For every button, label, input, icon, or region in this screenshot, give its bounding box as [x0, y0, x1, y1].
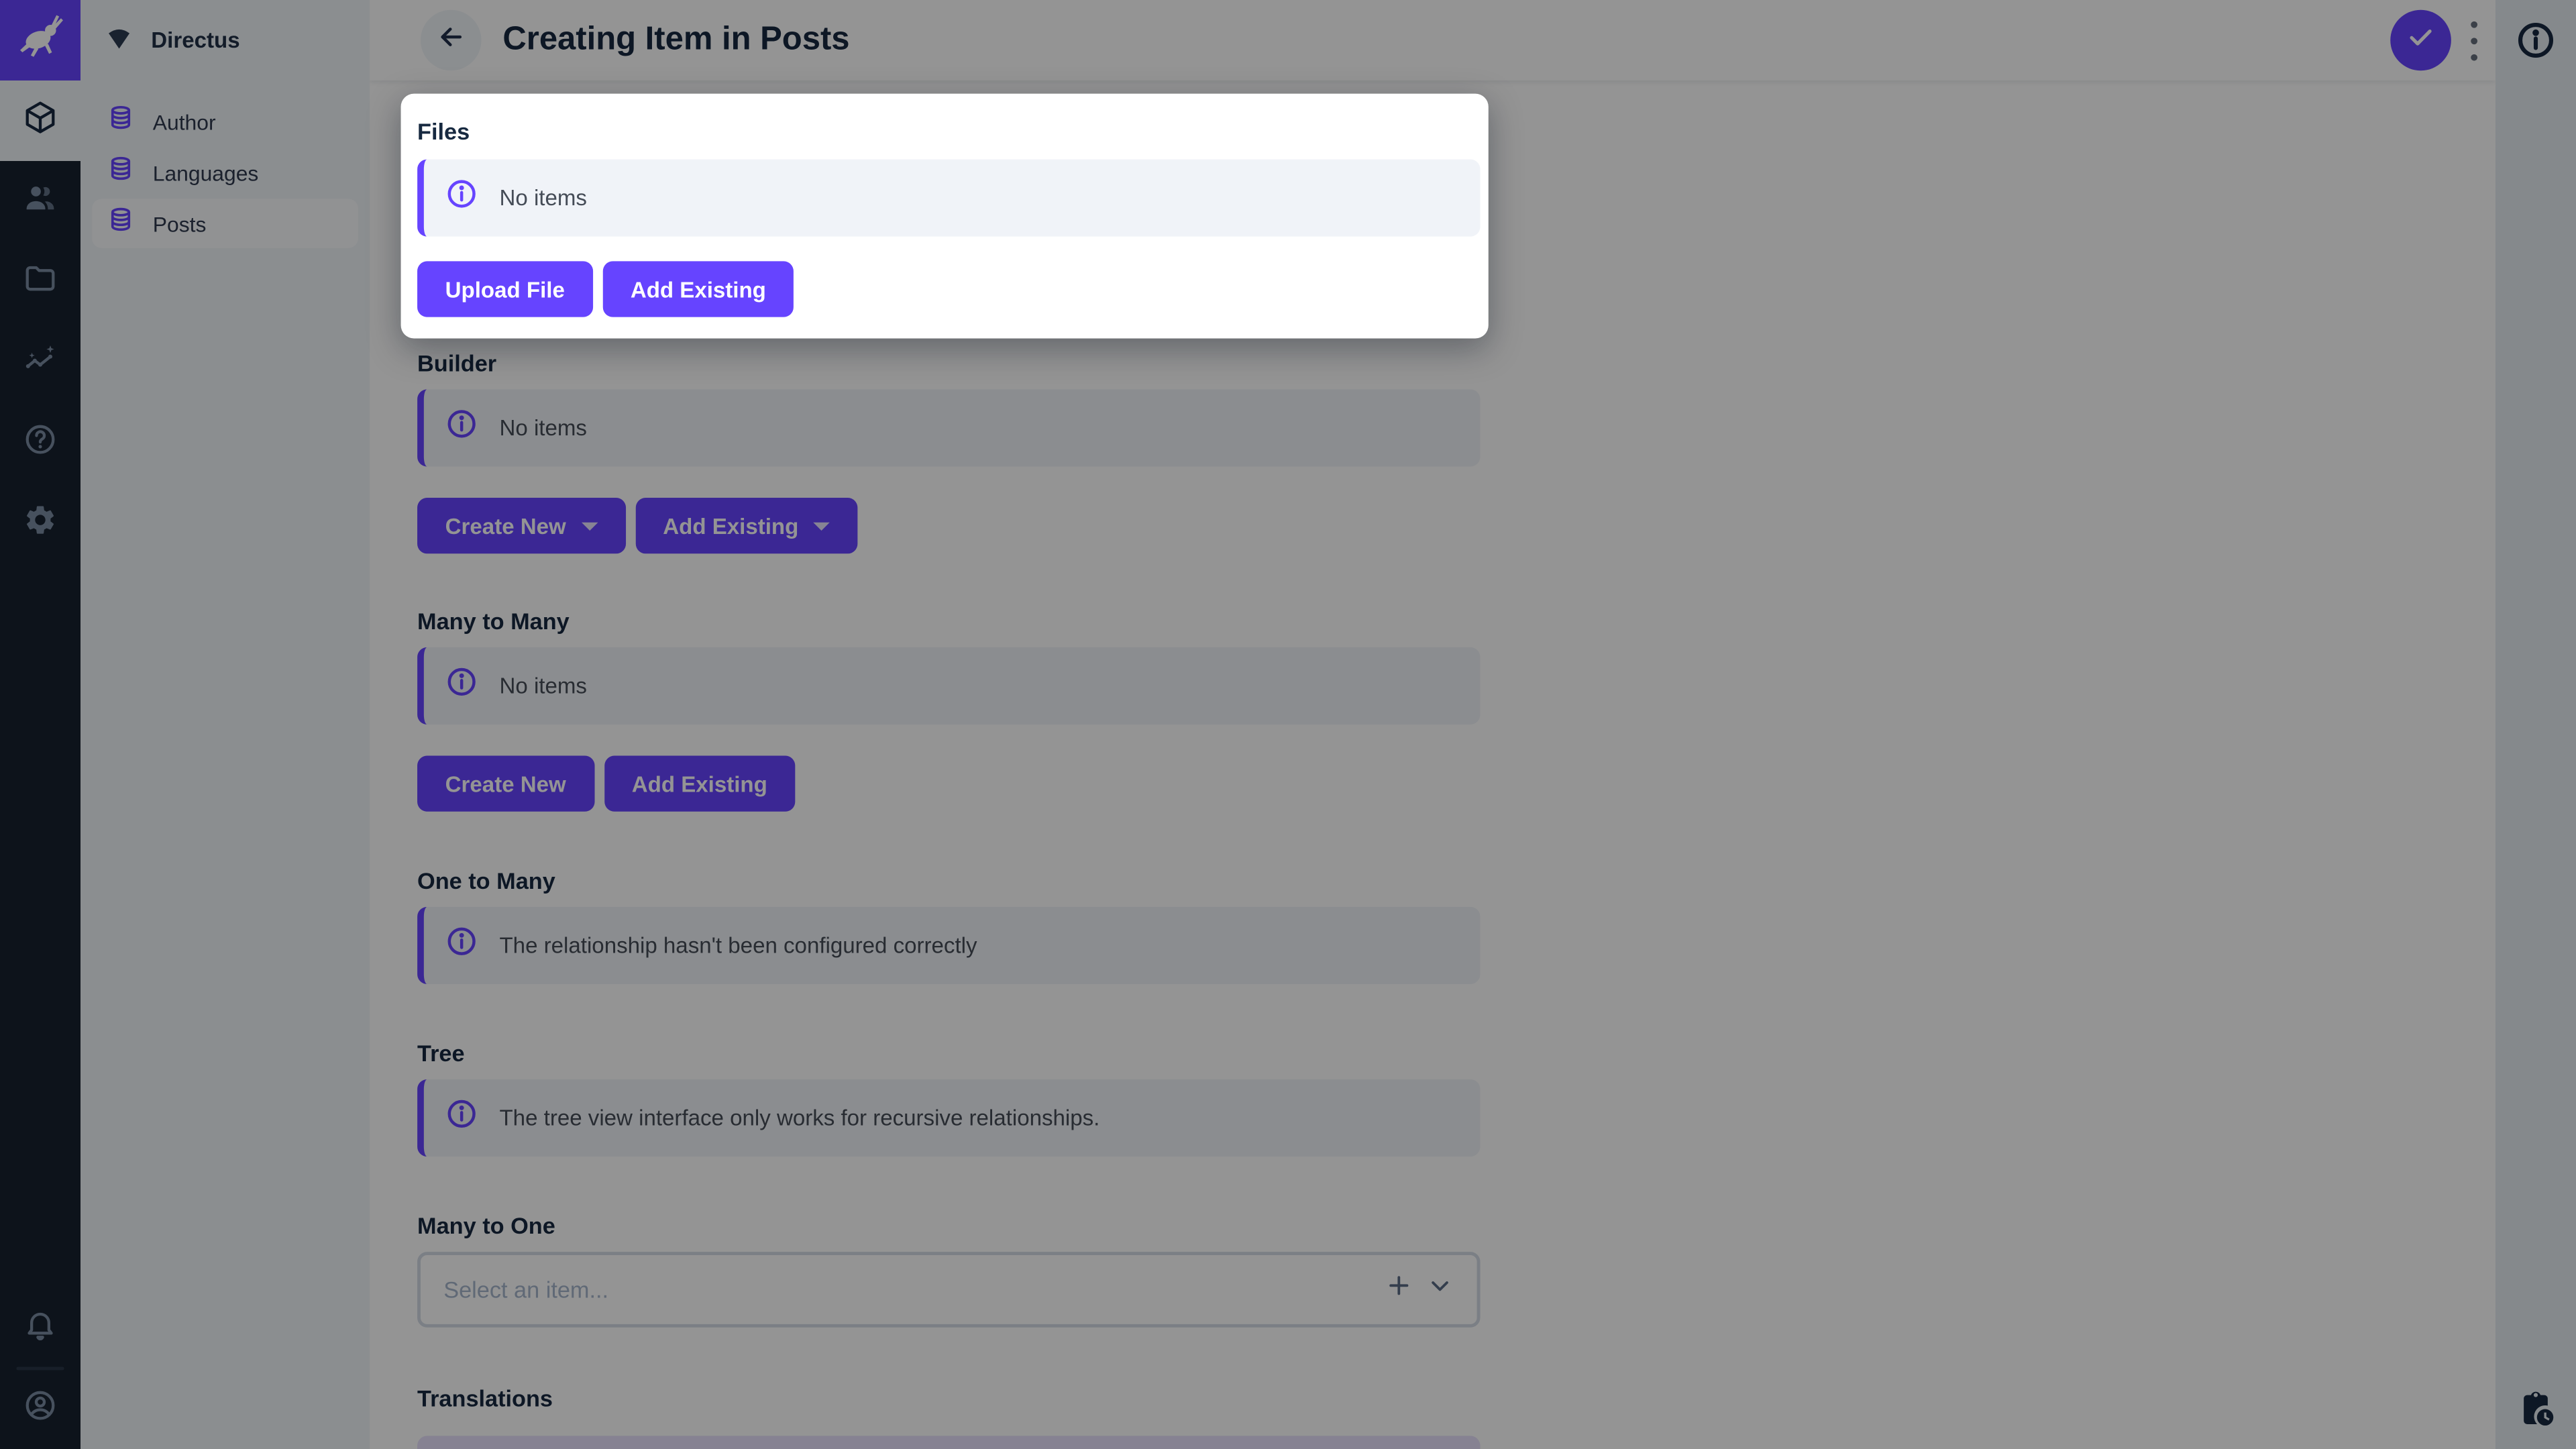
upload-file-button[interactable]: Upload File [417, 261, 593, 317]
files-dialog-title: Files [417, 118, 470, 145]
files-dialog: Files No items Upload File Add Existing [400, 93, 1489, 339]
notice-text: No items [499, 185, 587, 211]
app-window: Directus Author Languages Posts Creating… [0, 0, 2576, 1449]
info-icon [445, 177, 478, 218]
add-existing-button[interactable]: Add Existing [602, 261, 794, 317]
files-notice: No items [417, 159, 1481, 237]
